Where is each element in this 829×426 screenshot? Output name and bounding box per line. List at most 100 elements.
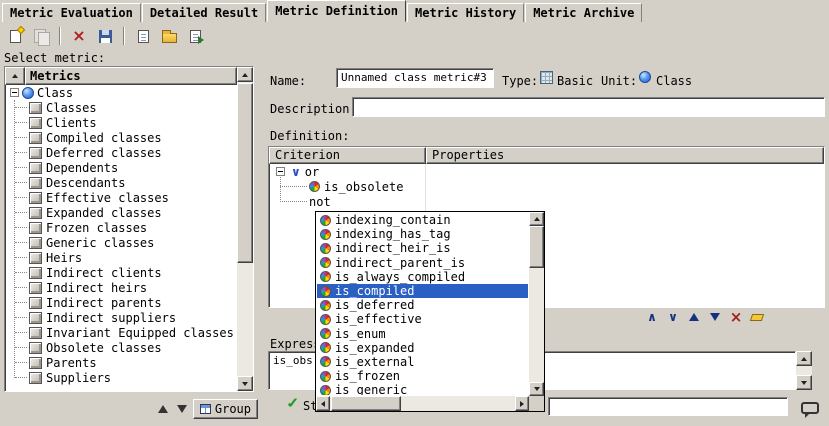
move-metric-down-button[interactable]: [174, 401, 190, 417]
scroll-left-button[interactable]: [316, 396, 330, 411]
dropdown-item-selected[interactable]: is_compiled: [317, 284, 528, 298]
dropdown-item[interactable]: is_frozen: [317, 369, 528, 383]
tree-row[interactable]: Invariant Equipped classes: [7, 325, 237, 340]
dropdown-item[interactable]: is_enum: [317, 327, 528, 341]
tab-metric-definition[interactable]: Metric Definition: [267, 0, 406, 22]
and-icon: [647, 310, 657, 324]
dropdown-horizontal-scrollbar[interactable]: [316, 396, 529, 411]
tree-row[interactable]: Expanded classes: [7, 205, 237, 220]
move-criterion-down-button[interactable]: [706, 309, 724, 326]
collapse-icon[interactable]: [10, 88, 19, 97]
tree-row[interactable]: Descendants: [7, 175, 237, 190]
tree-row[interactable]: Compiled classes: [7, 130, 237, 145]
criterion-label: is_obsolete: [324, 180, 403, 194]
dropdown-item[interactable]: is_always_compiled: [317, 270, 528, 284]
tree-row[interactable]: Indirect clients: [7, 265, 237, 280]
criterion-icon: [320, 300, 331, 311]
criterion-dropdown-list: indexing_contain indexing_has_tag indire…: [317, 213, 528, 395]
scroll-up-button[interactable]: [796, 351, 812, 366]
main-toolbar: [4, 25, 206, 47]
tree-connector: [15, 212, 27, 213]
comment-field[interactable]: [548, 397, 788, 416]
name-label: Name:: [270, 74, 306, 88]
tree-connector: [15, 152, 27, 153]
scroll-right-button[interactable]: [515, 396, 529, 411]
scroll-down-button[interactable]: [796, 375, 812, 390]
definition-row-or[interactable]: or: [269, 164, 824, 179]
tree-row[interactable]: Obsolete classes: [7, 340, 237, 355]
scroll-up-button[interactable]: [529, 212, 544, 226]
name-field[interactable]: Unnamed class metric#3: [336, 68, 494, 88]
dropdown-item[interactable]: indirect_heir_is: [317, 241, 528, 255]
tree-row[interactable]: Suppliers: [7, 370, 237, 385]
new-file-button[interactable]: [132, 25, 154, 47]
scroll-down-button[interactable]: [529, 382, 544, 396]
tree-row[interactable]: Dependents: [7, 160, 237, 175]
tree-row-class[interactable]: Class: [7, 85, 237, 100]
tab-metric-history[interactable]: Metric History: [407, 3, 524, 22]
open-folder-button[interactable]: [158, 25, 180, 47]
tab-metric-evaluation[interactable]: Metric Evaluation: [2, 3, 141, 22]
tree-row[interactable]: Deferred classes: [7, 145, 237, 160]
sort-ascending-button[interactable]: [5, 67, 25, 85]
group-button[interactable]: Group: [193, 399, 258, 419]
tree-row[interactable]: Indirect parents: [7, 295, 237, 310]
description-label: Description:: [270, 102, 357, 116]
duplicate-metric-button[interactable]: [30, 25, 52, 47]
tree-row[interactable]: Heirs: [7, 250, 237, 265]
move-criterion-up-button[interactable]: [685, 309, 703, 326]
tree-scrollbar[interactable]: [237, 67, 253, 391]
and-operator-button[interactable]: [643, 309, 661, 326]
tree-root-label: Class: [37, 86, 73, 100]
tree-row[interactable]: Parents: [7, 355, 237, 370]
dropdown-item[interactable]: is_effective: [317, 312, 528, 326]
move-metric-up-button[interactable]: [155, 401, 171, 417]
properties-column-header[interactable]: Properties: [426, 147, 824, 164]
dropdown-item[interactable]: indirect_parent_is: [317, 256, 528, 270]
definition-row-not[interactable]: not: [269, 194, 824, 209]
tab-detailed-result[interactable]: Detailed Result: [142, 3, 266, 22]
tree-row[interactable]: Frozen classes: [7, 220, 237, 235]
erase-definition-button[interactable]: [748, 309, 766, 326]
tree-connector: [15, 137, 27, 138]
comment-button[interactable]: [794, 394, 826, 422]
scroll-thumb[interactable]: [529, 226, 544, 268]
tree-header-metrics[interactable]: Metrics: [25, 67, 237, 85]
criterion-icon: [320, 342, 331, 353]
arrow-down-icon: [534, 387, 540, 391]
tree-row[interactable]: Effective classes: [7, 190, 237, 205]
expression-scrollbar[interactable]: [796, 351, 812, 390]
dropdown-item[interactable]: indexing_has_tag: [317, 227, 528, 241]
tree-row[interactable]: Classes: [7, 100, 237, 115]
dropdown-vertical-scrollbar[interactable]: [529, 212, 544, 396]
tree-row[interactable]: Clients: [7, 115, 237, 130]
scroll-thumb[interactable]: [331, 396, 401, 411]
dropdown-item[interactable]: is_expanded: [317, 341, 528, 355]
dropdown-item[interactable]: is_generic: [317, 383, 528, 395]
new-metric-button[interactable]: [4, 25, 26, 47]
or-operator-button[interactable]: [664, 309, 682, 326]
definition-table-header: Criterion Properties: [269, 147, 824, 164]
metric-icon: [29, 312, 42, 324]
delete-metric-button[interactable]: [68, 25, 90, 47]
scroll-up-button[interactable]: [237, 67, 253, 82]
scroll-down-button[interactable]: [237, 376, 253, 391]
move-up-icon: [689, 313, 699, 321]
dropdown-item[interactable]: indexing_contain: [317, 213, 528, 227]
tab-metric-archive[interactable]: Metric Archive: [525, 3, 642, 22]
export-metric-button[interactable]: [184, 25, 206, 47]
scroll-thumb[interactable]: [237, 83, 253, 263]
collapse-icon[interactable]: [276, 167, 285, 176]
description-field[interactable]: [352, 97, 825, 117]
duplicate-metric-icon: [34, 29, 49, 44]
delete-criterion-button[interactable]: [727, 309, 745, 326]
dropdown-item[interactable]: is_external: [317, 355, 528, 369]
dropdown-item[interactable]: is_deferred: [317, 298, 528, 312]
tree-row[interactable]: Indirect heirs: [7, 280, 237, 295]
tree-row[interactable]: Generic classes: [7, 235, 237, 250]
criterion-icon: [320, 243, 331, 254]
tree-row[interactable]: Indirect suppliers: [7, 310, 237, 325]
criterion-column-header[interactable]: Criterion: [269, 147, 426, 164]
save-metric-button[interactable]: [94, 25, 116, 47]
definition-row-is-obsolete[interactable]: is_obsolete: [269, 179, 824, 194]
